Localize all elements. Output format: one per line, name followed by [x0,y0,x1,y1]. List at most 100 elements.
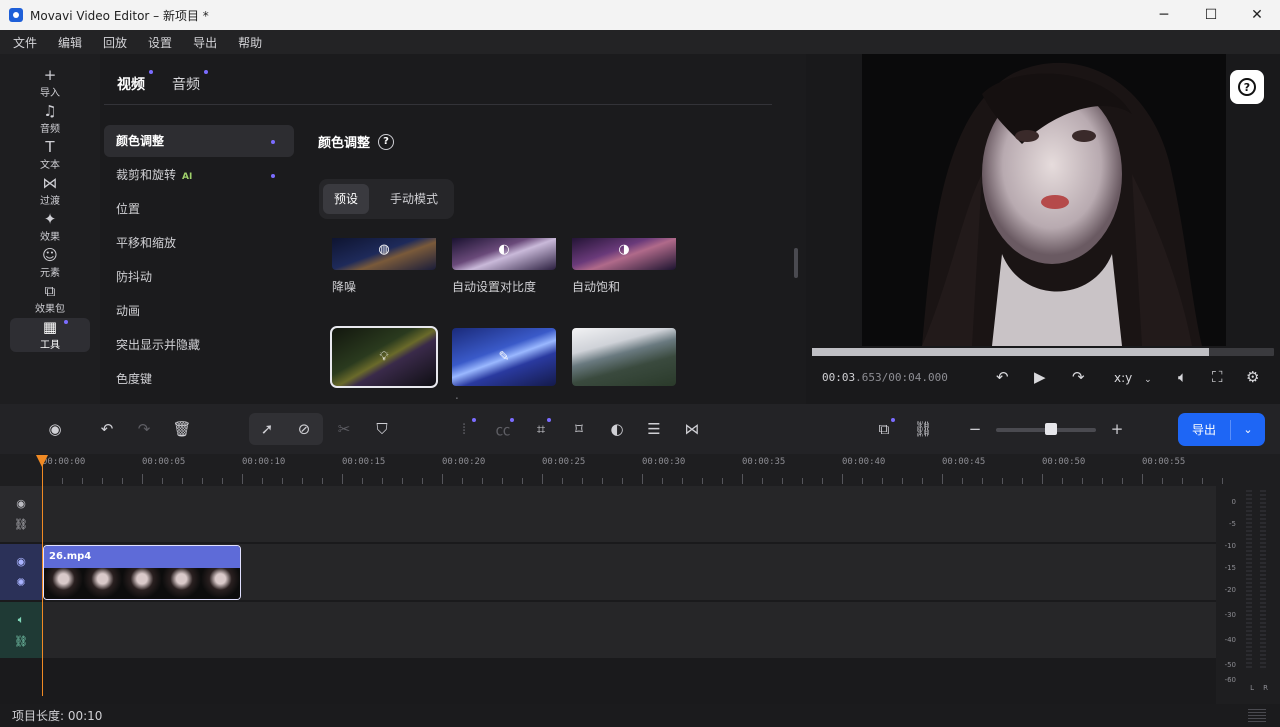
sidebar-item-effect-packs[interactable]: ⧉ 效果包 [10,282,90,316]
category-label: 平移和缩放 [116,236,177,250]
ruler-tick [1202,478,1203,484]
preset-auto-saturation-thumb[interactable]: ◑ [572,238,676,270]
chevron-down-icon: ⌄ [1144,375,1152,385]
ruler-tick [662,478,663,484]
preset-auto-contrast-thumb[interactable]: ◐ [452,238,556,270]
preset-magic-enhance-thumb[interactable]: ✎ [452,328,556,386]
redo-icon[interactable]: ↷ [132,417,156,441]
preset-landscape-thumb[interactable] [572,328,676,386]
zoom-out-icon[interactable]: − [963,417,987,441]
scissors-icon[interactable]: ✂ [332,417,356,441]
chevron-down-icon[interactable]: ⌄ [1231,423,1265,436]
delete-icon[interactable]: 🗑︎ [170,417,194,441]
next-frame-icon[interactable]: ↷ [1072,368,1085,386]
sidebar: + 导入 ♫ 音频 T 文本 ⋈ 过渡 ✦ 效果 ☺ 元素 ⧉ 效果包 ▦ 工具 [0,54,100,404]
ruler-tick-label: 00:00:35 [742,457,786,467]
mode-manual[interactable]: 手动模式 [379,184,449,214]
select-cursor-icon[interactable]: ➚ [255,417,279,441]
fullscreen-icon[interactable]: ⛶ [1212,368,1223,386]
close-button[interactable]: ✕ [1234,0,1280,30]
volume-icon[interactable]: 🔈︎ [1178,368,1187,386]
sidebar-item-transitions[interactable]: ⋈ 过渡 [10,174,90,208]
menu-help[interactable]: 帮助 [238,34,262,51]
sidebar-item-effects[interactable]: ✦ 效果 [10,210,90,244]
sidebar-item-label: 文本 [40,159,60,171]
new-dot-indicator [64,320,68,324]
panel-scrollbar[interactable] [794,248,798,278]
menu-file[interactable]: 文件 [13,34,37,51]
category-chroma-key[interactable]: 色度键 [104,363,294,395]
export-button[interactable]: 导出 ⌄ [1178,413,1265,446]
category-position[interactable]: 位置 [104,193,294,225]
help-button[interactable]: ? [1230,70,1264,104]
category-color-adjust[interactable]: 颜色调整 [104,125,294,157]
project-length: 项目长度: 00:10 [12,709,103,723]
settings-gear-icon[interactable]: ⚙ [1246,368,1259,386]
ruler-tick-label: 00:00:20 [442,457,486,467]
ruler-tick [602,478,603,484]
color-icon[interactable]: ◐ [605,417,629,441]
category-crop-rotate[interactable]: 裁剪和旋转 AI [104,159,294,191]
new-dot-indicator [547,418,551,422]
preset-denoise-thumb[interactable]: ◍ [332,238,436,270]
tab-audio[interactable]: 音频 [172,74,200,94]
tab-video[interactable]: 视频 [117,74,145,94]
ruler-tick [382,478,383,484]
eye-icon[interactable]: ◉ [16,555,26,568]
undo-icon[interactable]: ↶ [95,417,119,441]
maximize-button[interactable]: ☐ [1188,0,1234,30]
prev-frame-icon[interactable]: ↶ [996,368,1009,386]
preview-progress-bar[interactable] [812,348,1274,356]
adjust-icon[interactable]: ☰ [642,417,666,441]
window-title: Movavi Video Editor – 新项目 * [30,8,209,23]
category-stabilization[interactable]: 防抖动 [104,261,294,293]
track-audio: 🔈︎ ⛓ [0,602,1216,658]
ruler-tick [82,478,83,484]
volume-icon[interactable]: 🔈︎ [18,613,25,627]
sidebar-item-label: 过渡 [40,195,60,207]
blade-icon[interactable]: ⊘ [292,417,316,441]
marker-icon[interactable]: ⛉ [370,417,394,441]
link-icon[interactable]: ⛓ [911,417,935,441]
record-icon[interactable]: ◉ [43,417,67,441]
menu-edit[interactable]: 编辑 [58,34,82,51]
ruler-tick-label: 00:00:50 [1042,457,1086,467]
minimize-button[interactable]: ─ [1141,0,1187,30]
crop-icon[interactable]: ⌑ [567,417,591,441]
timeline-ruler[interactable]: 00:00:00 00:00:05 00:00:10 00:00:15 00:00:20… [0,454,1280,486]
resize-grip-icon[interactable] [1248,709,1266,722]
playhead[interactable] [42,460,43,696]
sidebar-item-elements[interactable]: ☺ 元素 [10,246,90,280]
zoom-in-icon[interactable]: + [1105,417,1129,441]
category-animation[interactable]: 动画 [104,295,294,327]
category-label: 防抖动 [116,270,153,284]
ruler-tick [1082,478,1083,484]
effects-icon[interactable]: ✺ [16,576,25,589]
video-clip[interactable]: 26.mp4 [43,545,241,600]
unlink-icon[interactable]: ⛓ [14,635,28,648]
sidebar-item-tools[interactable]: ▦ 工具 [10,318,90,352]
category-highlight-conceal[interactable]: 突出显示并隐藏 [104,329,294,361]
eye-icon[interactable]: ◉ [16,497,26,510]
playhead-handle[interactable] [36,455,48,467]
sidebar-item-import[interactable]: + 导入 [10,66,90,100]
ruler-tick [1042,474,1043,484]
sidebar-item-text[interactable]: T 文本 [10,138,90,172]
preview-timecode: 00:03.653/00:04.000 [822,371,948,384]
aspect-ratio-select[interactable]: x:y ⌄ [1114,371,1152,385]
mode-presets[interactable]: 预设 [323,184,370,214]
help-icon[interactable]: ? [378,133,395,150]
link-icon[interactable]: ⛓ [14,518,28,531]
ruler-tick-label: 00:00:30 [642,457,686,467]
menu-export[interactable]: 导出 [193,34,217,51]
menu-playback[interactable]: 回放 [103,34,127,51]
play-icon[interactable]: ▶ [1034,368,1046,386]
ruler-tick [1062,478,1063,484]
category-pan-zoom[interactable]: 平移和缩放 [104,227,294,259]
preset-auto-light-thumb[interactable]: 💡︎ [330,326,438,388]
zoom-slider-handle[interactable] [1045,423,1057,435]
menu-settings[interactable]: 设置 [148,34,172,51]
sidebar-item-audio[interactable]: ♫ 音频 [10,102,90,136]
new-dot-indicator [271,174,275,178]
transition-wizard-icon[interactable]: ⋈ [680,417,704,441]
